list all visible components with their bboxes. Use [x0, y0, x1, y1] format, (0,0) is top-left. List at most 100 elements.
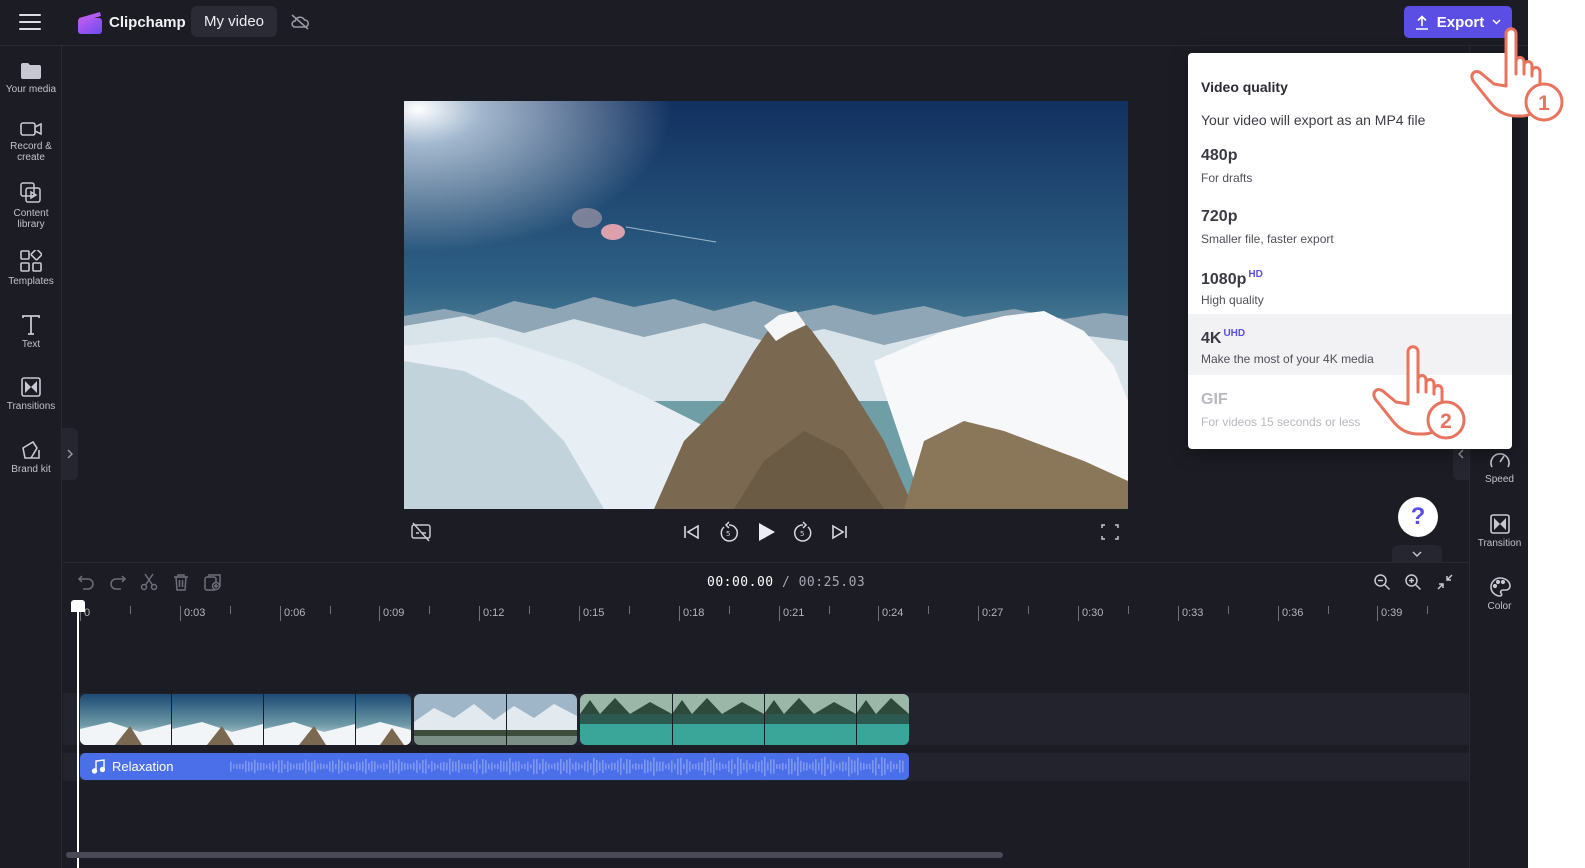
waveform-bar: [305, 759, 307, 774]
fit-timeline-icon[interactable]: [1436, 573, 1454, 591]
waveform-bar: [650, 761, 652, 772]
sidebar-item-record-create[interactable]: Record & create: [0, 121, 62, 163]
ruler-tick-label: 0:39: [1377, 606, 1402, 621]
playhead[interactable]: [77, 608, 79, 868]
waveform-bar: [458, 759, 460, 774]
sidebar-item-label: Templates: [8, 276, 54, 287]
left-panel-expand-tab[interactable]: [62, 428, 78, 480]
sidebar-item-content-library[interactable]: Content library: [0, 182, 62, 230]
video-preview[interactable]: [404, 101, 1128, 509]
waveform-bar: [395, 762, 397, 771]
redo-icon[interactable]: [109, 573, 127, 591]
video-clip-lake-peaks[interactable]: [414, 694, 577, 745]
option-title: 720p: [1201, 208, 1238, 225]
pointer-hand-icon: 1: [1470, 27, 1564, 122]
fullscreen-icon[interactable]: [1101, 520, 1119, 544]
help-button[interactable]: ?: [1398, 497, 1438, 537]
text-icon: [22, 315, 40, 335]
waveform-bar: [533, 759, 535, 774]
quality-option-480p[interactable]: 480p For drafts: [1188, 137, 1512, 198]
waveform-bar: [737, 757, 739, 776]
waveform-bar: [566, 759, 568, 774]
waveform-bar: [530, 764, 532, 769]
audio-clip-relaxation[interactable]: Relaxation: [80, 753, 909, 780]
waveform-bar: [680, 758, 682, 775]
waveform-bar: [638, 763, 640, 770]
sidebar-item-your-media[interactable]: Your media: [0, 62, 62, 95]
waveform-bar: [671, 760, 673, 773]
sidebar-item-brand-kit[interactable]: Brand kit: [0, 440, 62, 475]
quality-option-1080p[interactable]: 1080p HD High quality: [1188, 259, 1512, 320]
waveform-bar: [758, 762, 760, 771]
help-collapse-tab[interactable]: [1392, 545, 1442, 562]
sidebar-item-label: Record & create: [10, 141, 52, 163]
waveform-bar: [236, 763, 238, 770]
skip-back-icon[interactable]: [683, 520, 701, 544]
sidebar-item-text[interactable]: Text: [0, 315, 62, 350]
delete-trash-icon[interactable]: [172, 573, 190, 591]
split-scissors-icon[interactable]: [140, 573, 158, 591]
quality-option-720p[interactable]: 720p Smaller file, faster export: [1188, 198, 1512, 259]
duplicate-icon[interactable]: [204, 573, 222, 591]
forward-5s-icon[interactable]: 5: [792, 520, 814, 544]
step-number: 2: [1440, 410, 1452, 433]
waveform-bar: [878, 764, 880, 769]
option-description: For drafts: [1201, 171, 1253, 185]
waveform-bar: [863, 763, 865, 770]
waveform-bar: [464, 763, 466, 770]
sidebar-item-templates[interactable]: Templates: [0, 250, 62, 287]
ruler-tick-label: 0:33: [1178, 606, 1203, 621]
cloud-off-icon[interactable]: [290, 13, 310, 31]
project-title[interactable]: My video: [191, 6, 278, 37]
transition-icon: [1489, 514, 1510, 534]
waveform-bar: [482, 759, 484, 774]
skip-forward-icon[interactable]: [830, 520, 848, 544]
option-title: GIF: [1201, 391, 1228, 408]
waveform-bar: [329, 761, 331, 772]
waveform-bar: [239, 763, 241, 770]
waveform-bar: [572, 763, 574, 770]
sidebar-item-label: Text: [21, 339, 41, 350]
right-item-color[interactable]: Color: [1470, 577, 1528, 612]
undo-icon[interactable]: [77, 573, 95, 591]
playhead-handle[interactable]: [71, 600, 85, 612]
waveform-bar: [563, 762, 565, 771]
waveform-bar: [776, 764, 778, 769]
sidebar-item-transitions[interactable]: Transitions: [0, 377, 62, 412]
play-icon[interactable]: [756, 520, 778, 544]
timecode-display: 00:00.00 / 00:25.03: [707, 575, 865, 590]
waveform-bar: [254, 759, 256, 774]
right-item-transition[interactable]: Transition: [1470, 514, 1528, 549]
chevron-right-icon: [67, 449, 73, 459]
waveform-bar: [770, 759, 772, 774]
audio-waveform: [230, 756, 904, 777]
waveform-bar: [761, 760, 763, 773]
camera-icon: [20, 122, 42, 136]
video-clip-turquoise-lake[interactable]: [580, 694, 909, 745]
ruler-tick-label: 0:15: [579, 606, 604, 621]
waveform-bar: [257, 762, 259, 771]
timeline-scrollbar[interactable]: [66, 852, 1003, 858]
right-item-speed[interactable]: Speed: [1470, 450, 1528, 485]
captions-off-icon[interactable]: [411, 520, 431, 544]
waveform-bar: [623, 763, 625, 770]
waveform-bar: [317, 763, 319, 770]
waveform-bar: [626, 759, 628, 774]
waveform-bar: [836, 764, 838, 769]
waveform-bar: [713, 757, 715, 776]
video-clip-mountain[interactable]: [80, 694, 411, 745]
current-time: 00:00.00: [707, 575, 774, 590]
waveform-bar: [548, 763, 550, 770]
brand-name: Clipchamp: [109, 14, 186, 31]
ruler-minor-tick: [629, 606, 630, 614]
ruler-tick-label: 0:06: [280, 606, 305, 621]
zoom-in-icon[interactable]: [1404, 573, 1422, 591]
hamburger-menu-icon[interactable]: [19, 14, 41, 30]
waveform-bar: [251, 762, 253, 771]
zoom-out-icon[interactable]: [1373, 573, 1391, 591]
waveform-bar: [884, 758, 886, 775]
rewind-5s-icon[interactable]: 5: [718, 520, 740, 544]
waveform-bar: [248, 761, 250, 772]
timeline-ruler[interactable]: [63, 602, 1469, 626]
waveform-bar: [815, 759, 817, 774]
